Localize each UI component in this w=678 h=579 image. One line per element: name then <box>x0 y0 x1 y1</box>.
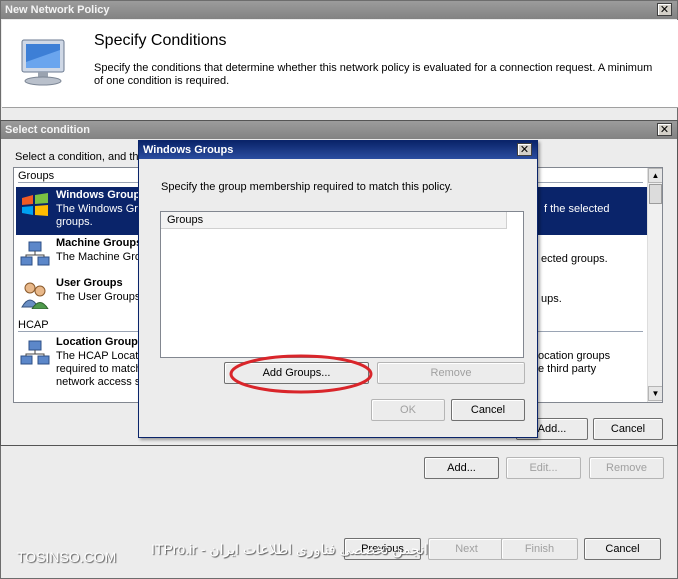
wizard-header: Specify Conditions Specify the condition… <box>2 20 678 108</box>
condition-desc: The User Groups <box>56 291 141 303</box>
watermark-right: انجمن تخصصی فناوری اطلاعات ایران - ITPro… <box>151 541 428 557</box>
finish-button[interactable]: Finish <box>501 538 578 560</box>
page-description-line2: of one condition is required. <box>94 75 230 87</box>
condition-desc-right: e third party <box>538 363 597 375</box>
highlight-circle-annotation <box>229 354 373 394</box>
condition-desc: network access s <box>56 376 141 388</box>
windows-groups-icon <box>22 193 48 216</box>
condition-desc-right: ups. <box>541 293 562 305</box>
select-condition-cancel-button[interactable]: Cancel <box>593 418 663 440</box>
select-condition-title: Select condition <box>5 124 90 136</box>
windows-groups-instruction: Specify the group membership required to… <box>161 181 453 193</box>
page-title: Specify Conditions <box>94 32 227 49</box>
next-button[interactable]: Next <box>428 538 505 560</box>
main-add-button[interactable]: Add... <box>424 457 499 479</box>
condition-list-scrollbar[interactable]: ▲ ▼ <box>647 168 662 402</box>
groups-column-header[interactable]: Groups <box>161 212 507 229</box>
condition-desc: required to match <box>56 363 142 375</box>
condition-desc-right: ected groups. <box>541 253 608 265</box>
page-description-line1: Specify the conditions that determine wh… <box>94 62 653 74</box>
condition-title: Machine Groups <box>56 237 143 249</box>
network-policy-monitor-icon <box>21 39 65 86</box>
windows-groups-cancel-button[interactable]: Cancel <box>451 399 525 421</box>
main-edit-button[interactable]: Edit... <box>506 457 581 479</box>
group-header-label: HCAP <box>18 319 49 331</box>
new-network-policy-title: New Network Policy <box>5 4 110 16</box>
select-condition-instruction: Select a condition, and then <box>15 151 151 163</box>
condition-desc: The HCAP Locat <box>56 350 139 362</box>
windows-groups-close-icon[interactable]: ✕ <box>517 143 532 156</box>
condition-desc: groups. <box>56 216 93 228</box>
windows-groups-titlebar[interactable]: Windows Groups <box>139 141 537 159</box>
group-header-label: Groups <box>18 170 55 182</box>
groups-listview[interactable]: Groups <box>160 211 524 358</box>
main-remove-button[interactable]: Remove <box>589 457 664 479</box>
scroll-thumb[interactable] <box>649 184 662 204</box>
user-groups-icon <box>21 282 49 309</box>
groups-column-label: Groups <box>167 214 204 226</box>
condition-desc: The Machine Gro <box>56 251 141 263</box>
watermark-left: TOSINSO.COM <box>17 549 117 565</box>
condition-title: User Groups <box>56 277 123 289</box>
select-condition-titlebar[interactable]: Select condition <box>1 121 677 139</box>
scroll-up-arrow-icon[interactable]: ▲ <box>648 168 662 183</box>
windows-groups-ok-button[interactable]: OK <box>371 399 445 421</box>
condition-title: Location Groups <box>56 336 144 348</box>
location-groups-icon <box>20 340 50 365</box>
condition-desc-right: f the selected <box>544 203 610 215</box>
windows-groups-title: Windows Groups <box>143 144 234 156</box>
main-cancel-button[interactable]: Cancel <box>584 538 661 560</box>
condition-title: Windows Groups <box>56 189 147 201</box>
machine-groups-icon <box>20 241 50 266</box>
condition-desc: The Windows Gro <box>56 203 145 215</box>
scroll-down-arrow-icon[interactable]: ▼ <box>648 386 662 401</box>
condition-desc-right: ocation groups <box>538 350 611 362</box>
close-icon[interactable]: ✕ <box>657 3 672 16</box>
select-condition-close-icon[interactable]: ✕ <box>657 123 672 136</box>
windows-groups-remove-button[interactable]: Remove <box>377 362 525 384</box>
new-network-policy-titlebar[interactable]: New Network Policy <box>1 1 677 19</box>
